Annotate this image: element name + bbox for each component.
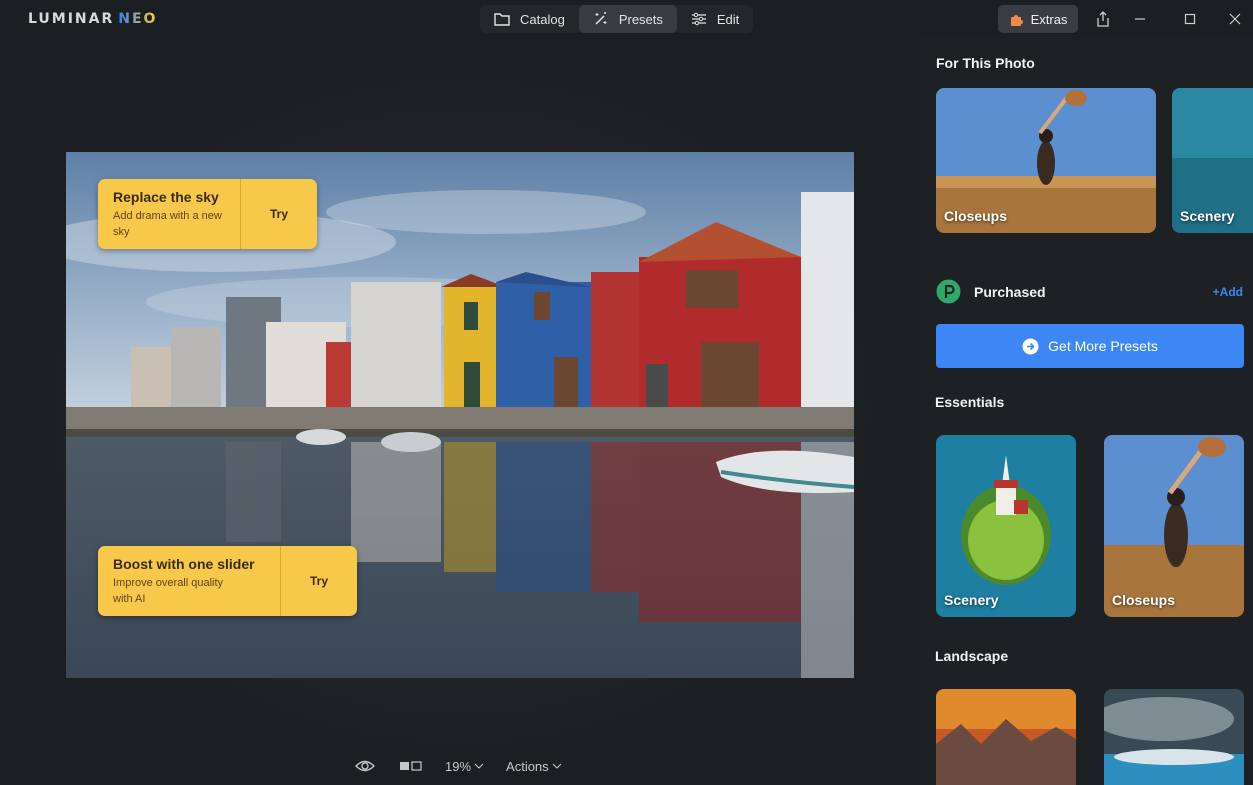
purchased-icon [936,279,961,304]
boost-slider-tip: Boost with one slider Improve overall qu… [98,546,357,616]
replace-sky-title: Replace the sky [113,189,219,205]
presets-panel: For This Photo Closeups Scenery Purchase… [920,38,1253,785]
actions-label: Actions [506,758,549,774]
boost-slider-desc: Improve overall quality with AI [113,577,224,605]
minimize-icon[interactable] [1129,8,1151,30]
tab-presets[interactable]: Presets [578,5,677,33]
replace-sky-desc: Add drama with a new sky [113,210,222,238]
actions-dropdown[interactable]: Actions [506,759,562,774]
tab-catalog[interactable]: Catalog [480,5,579,33]
get-more-presets-button[interactable]: Get More Presets [936,324,1244,368]
card-label: Closeups [944,208,1008,224]
photo-preview[interactable]: Replace the sky Add drama with a new sky… [66,152,854,678]
share-icon[interactable] [1092,8,1114,30]
eye-icon[interactable] [355,759,375,773]
title-bar: LUMINAR NEO Catalog Presets Edit Extras [0,0,1253,38]
tab-edit[interactable]: Edit [677,5,753,33]
card-label: Scenery [1180,208,1235,224]
stormy-sea-thumbnail [1104,689,1244,785]
puzzle-icon [1010,15,1023,26]
chevron-down-icon [552,763,562,769]
extras-button[interactable]: Extras [998,5,1078,33]
mode-switcher: Catalog Presets Edit [480,5,754,33]
add-presets-link[interactable]: +Add [1213,285,1243,299]
mountain-sunset-thumbnail [936,689,1076,785]
sliders-icon [691,12,706,26]
compare-icon[interactable] [399,760,423,772]
scenery-thumbnail [936,435,1076,617]
landscape-title: Landscape [935,648,1009,664]
replace-sky-tip: Replace the sky Add drama with a new sky… [98,179,317,249]
folder-icon [494,13,510,26]
essentials-title: Essentials [935,394,1005,410]
card-label: Scenery [944,592,999,608]
boost-slider-title: Boost with one slider [113,556,255,572]
boost-slider-try-button[interactable]: Try [281,546,357,616]
close-icon[interactable] [1224,8,1246,30]
preset-card-scenery-essentials[interactable]: Scenery [936,435,1076,617]
closeups-thumbnail [1104,435,1244,617]
chevron-down-icon [474,763,484,769]
card-label: Closeups [1112,592,1176,608]
preset-card-landscape-2[interactable] [1104,689,1244,785]
app-logo: LUMINAR NEO [28,11,158,27]
preset-card-closeups-essentials[interactable]: Closeups [1104,435,1244,617]
for-this-photo-title: For This Photo [936,55,1035,71]
zoom-dropdown[interactable]: 19% [445,759,484,774]
view-toolbar: 19% Actions [355,756,562,776]
magic-wand-icon [595,12,607,25]
preset-card-landscape-1[interactable] [936,689,1076,785]
maximize-icon[interactable] [1179,8,1201,30]
preset-card-closeups[interactable]: Closeups [936,88,1156,233]
preset-card-scenery[interactable]: Scenery [1172,88,1253,233]
purchased-title: Purchased [974,284,1046,300]
arrow-circle-icon [1022,338,1039,354]
replace-sky-try-button[interactable]: Try [241,179,317,249]
zoom-value: 19% [445,758,472,774]
